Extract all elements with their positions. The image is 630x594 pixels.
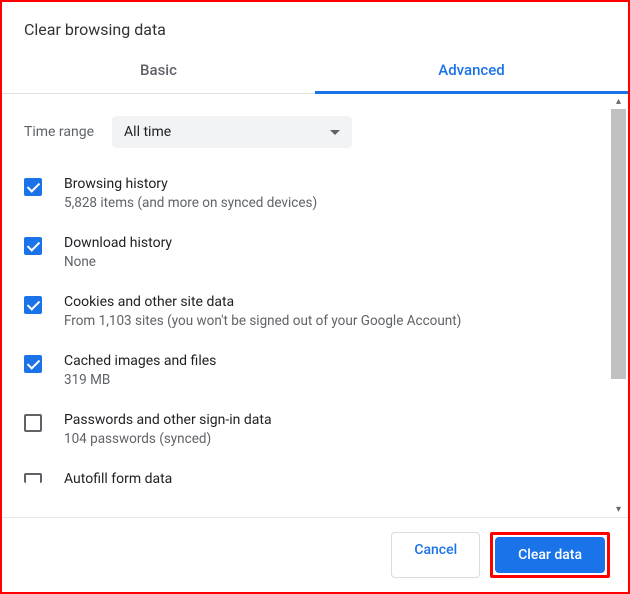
chevron-down-icon (330, 130, 340, 135)
item-title: Passwords and other sign-in data (64, 412, 272, 428)
checkbox-cookies[interactable] (24, 296, 42, 314)
item-subtitle: From 1,103 sites (you won't be signed ou… (64, 313, 461, 329)
dialog-footer: Cancel Clear data (2, 517, 628, 592)
scroll-area: Time range All time Browsing history 5,8… (2, 94, 628, 517)
item-subtitle: None (64, 254, 172, 270)
clear-browsing-data-dialog: Clear browsing data Basic Advanced Time … (2, 2, 628, 592)
list-item: Cookies and other site data From 1,103 s… (24, 294, 598, 329)
tab-advanced[interactable]: Advanced (315, 49, 628, 93)
time-range-select[interactable]: All time (112, 116, 352, 148)
list-item: Autofill form data (24, 471, 598, 490)
dialog-title: Clear browsing data (2, 2, 628, 49)
item-title: Cached images and files (64, 353, 216, 369)
item-title: Browsing history (64, 176, 317, 192)
clear-data-button[interactable]: Clear data (495, 537, 605, 573)
scrollbar[interactable]: ▴ ▾ (611, 94, 626, 517)
checkbox-cached[interactable] (24, 355, 42, 373)
list-item: Download history None (24, 235, 598, 270)
item-title: Autofill form data (64, 471, 172, 487)
time-range-value: All time (124, 124, 171, 140)
scroll-up-arrow-icon[interactable]: ▴ (611, 94, 626, 109)
item-title: Download history (64, 235, 172, 251)
checkbox-passwords[interactable] (24, 414, 42, 432)
checkbox-browsing-history[interactable] (24, 178, 42, 196)
tabs: Basic Advanced (2, 49, 628, 94)
item-title: Cookies and other site data (64, 294, 461, 310)
checkbox-download-history[interactable] (24, 237, 42, 255)
highlight-annotation: Clear data (490, 532, 610, 578)
list-item: Passwords and other sign-in data 104 pas… (24, 412, 598, 447)
item-subtitle: 5,828 items (and more on synced devices) (64, 195, 317, 211)
item-subtitle: 104 passwords (synced) (64, 431, 272, 447)
time-range-label: Time range (24, 124, 94, 140)
scrollbar-thumb[interactable] (611, 109, 626, 379)
list-item: Browsing history 5,828 items (and more o… (24, 176, 598, 211)
checkbox-autofill[interactable] (24, 473, 42, 483)
scroll-down-arrow-icon[interactable]: ▾ (611, 502, 626, 517)
list-item: Cached images and files 319 MB (24, 353, 598, 388)
cancel-button[interactable]: Cancel (391, 532, 480, 578)
tab-basic[interactable]: Basic (2, 49, 315, 93)
item-subtitle: 319 MB (64, 372, 216, 388)
time-range-row: Time range All time (24, 116, 598, 148)
